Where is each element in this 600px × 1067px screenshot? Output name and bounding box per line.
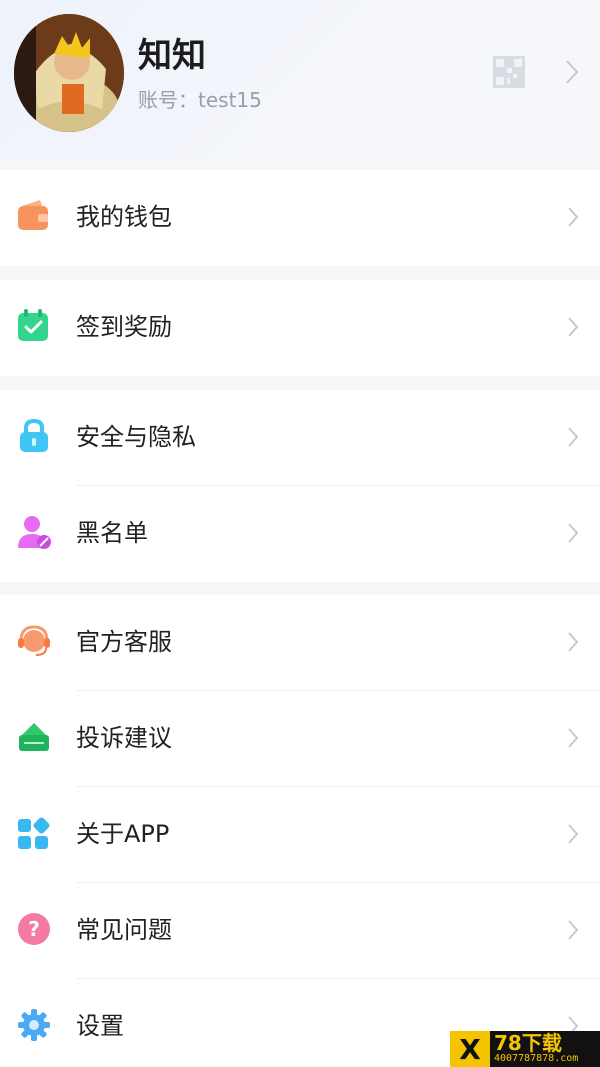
menu-label-about: 关于APP	[76, 820, 170, 848]
chevron-right-icon	[568, 427, 579, 447]
chevron-right-icon	[568, 824, 579, 844]
wallet-card: 我的钱包	[0, 170, 600, 266]
privacy-card: 安全与隐私 黑名单	[0, 390, 600, 582]
menu-label-security: 安全与隐私	[76, 423, 196, 451]
menu-label-service: 官方客服	[76, 628, 172, 656]
menu-label-blacklist: 黑名单	[76, 519, 148, 547]
feedback-icon	[19, 723, 49, 751]
watermark-phone: 4007787878.com	[494, 1053, 579, 1064]
menu-item-security[interactable]: 安全与隐私	[0, 390, 600, 486]
blocked-user-icon	[18, 516, 51, 549]
menu-label-feedback: 投诉建议	[76, 724, 172, 752]
chevron-right-icon	[568, 317, 579, 337]
chevron-right-icon	[568, 632, 579, 652]
menu-item-blacklist[interactable]: 黑名单	[0, 486, 600, 582]
watermark-logo-icon: X	[450, 1031, 490, 1067]
gear-icon	[18, 1009, 50, 1041]
customer-service-icon	[18, 625, 50, 656]
site-watermark: X 78下载 4007787878.com	[450, 1031, 600, 1067]
svg-text:?: ?	[28, 917, 40, 941]
avatar[interactable]	[14, 14, 124, 132]
checkin-card: 签到奖励	[0, 280, 600, 376]
watermark-brand: 78下载	[494, 1031, 562, 1055]
profile-header[interactable]: 知知 账号：test15	[0, 0, 600, 160]
menu-item-service[interactable]: 官方客服	[0, 595, 600, 691]
chevron-right-icon	[568, 523, 579, 543]
avatar-image	[14, 14, 124, 132]
menu-item-wallet[interactable]: 我的钱包	[0, 170, 600, 266]
support-card: 官方客服 投诉建议 关于APP ? 常见问题 设置	[0, 595, 600, 1067]
menu-label-checkin: 签到奖励	[76, 313, 172, 341]
account-id: 账号：test15	[138, 88, 262, 112]
chevron-right-icon	[568, 728, 579, 748]
menu-label-settings: 设置	[76, 1012, 124, 1040]
nickname: 知知	[138, 36, 206, 76]
chevron-right-icon	[568, 920, 579, 940]
menu-item-about[interactable]: 关于APP	[0, 787, 600, 883]
apps-icon	[18, 817, 50, 849]
menu-label-wallet: 我的钱包	[76, 203, 172, 231]
calendar-check-icon	[18, 309, 48, 341]
lock-icon	[20, 418, 48, 452]
menu-item-checkin[interactable]: 签到奖励	[0, 280, 600, 376]
menu-item-faq[interactable]: ? 常见问题	[0, 883, 600, 979]
question-icon: ?	[18, 913, 50, 945]
menu-label-faq: 常见问题	[76, 916, 172, 944]
chevron-right-icon[interactable]	[563, 58, 581, 86]
chevron-right-icon	[568, 207, 579, 227]
menu-item-feedback[interactable]: 投诉建议	[0, 691, 600, 787]
qr-code-icon[interactable]	[493, 56, 525, 88]
wallet-icon	[18, 200, 48, 230]
